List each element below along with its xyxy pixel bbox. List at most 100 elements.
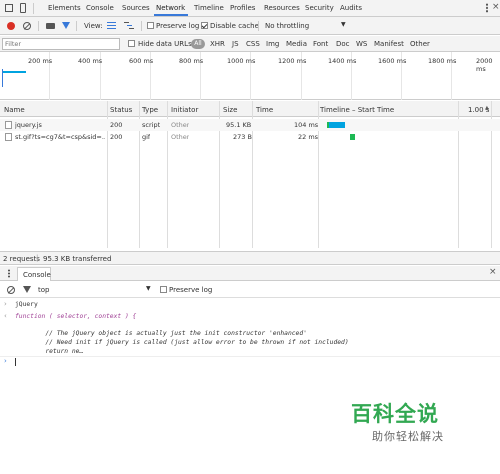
drawer-tabbar: Console × [0, 266, 500, 281]
active-tab-indicator [154, 14, 188, 16]
network-toolbar: View: Preserve log Disable cache No thro… [0, 17, 500, 35]
table-row[interactable]: st.gif?ts=cg7&t=csp&sid=... 200 gif Othe… [0, 131, 500, 143]
tab-timeline[interactable]: Timeline [194, 4, 224, 12]
console-result-icon: ‹ [4, 312, 7, 320]
request-count: 2 requests [3, 255, 40, 263]
console-input-echo: jQuery [15, 301, 38, 308]
request-type: gif [142, 133, 151, 141]
waterfall-download-bar [350, 134, 355, 140]
console-output-line: return ne… [15, 348, 84, 355]
close-devtools-icon[interactable]: × [492, 2, 500, 12]
filter-font[interactable]: Font [313, 40, 328, 48]
overview-tick: 200 ms [28, 57, 53, 65]
overview-request-bar [2, 71, 26, 73]
inspect-element-icon[interactable] [5, 4, 13, 12]
console-filter-icon[interactable] [23, 286, 31, 293]
column-timeline[interactable]: Timeline – Start Time [320, 106, 394, 114]
tab-elements[interactable]: Elements [48, 4, 81, 12]
requests-table-header: Name Status Type Initiator Size Time Tim… [0, 101, 500, 117]
column-initiator[interactable]: Initiator [171, 106, 198, 114]
view-label: View: [84, 22, 103, 30]
record-icon[interactable] [7, 22, 15, 30]
request-time: 22 ms [298, 133, 319, 141]
throttling-dropdown-icon[interactable]: ▼ [341, 21, 346, 28]
filter-css[interactable]: CSS [246, 40, 260, 48]
sort-arrow-icon: ▲ [485, 105, 489, 111]
console-preserve-log-label: Preserve log [169, 286, 213, 294]
waterfall-overview-icon[interactable] [124, 22, 134, 29]
large-rows-icon[interactable] [107, 22, 116, 29]
tab-console[interactable]: Console [86, 4, 114, 12]
overview-tick: 800 ms [179, 57, 204, 65]
throttling-select[interactable]: No throttling [265, 22, 309, 30]
drawer-tab-console-label: Console [23, 271, 51, 279]
more-options-icon[interactable] [486, 3, 488, 13]
tab-resources[interactable]: Resources [264, 4, 300, 12]
console-context-select[interactable]: top [38, 286, 49, 294]
console-prompt-icon: › [4, 357, 7, 365]
tab-profiles[interactable]: Profiles [230, 4, 255, 12]
request-name: jquery.js [15, 121, 42, 129]
network-overview[interactable]: 200 ms 400 ms 600 ms 800 ms 1000 ms 1200… [0, 52, 500, 100]
column-time[interactable]: Time [256, 106, 273, 114]
filter-other[interactable]: Other [410, 40, 430, 48]
context-dropdown-icon[interactable]: ▼ [146, 285, 151, 292]
close-drawer-icon[interactable]: × [489, 267, 497, 277]
console-toolbar: top ▼ Preserve log [0, 282, 500, 298]
request-size: 95.1 KB [226, 121, 252, 129]
request-size: 273 B [233, 133, 252, 141]
table-row[interactable]: jquery.js 200 script Other 95.1 KB 104 m… [0, 119, 500, 131]
request-name: st.gif?ts=cg7&t=csp&sid=... [15, 133, 105, 141]
filter-js[interactable]: JS [232, 40, 239, 48]
overview-tick: 2000 ms [476, 57, 493, 73]
filter-manifest[interactable]: Manifest [374, 40, 404, 48]
drawer-menu-icon[interactable] [8, 269, 10, 278]
console-output-line: function ( selector, context ) { [15, 313, 137, 320]
filter-bar: Hide data URLs All XHR JS CSS Img Media … [0, 36, 500, 52]
overview-tick: 400 ms [78, 57, 103, 65]
preserve-log-checkbox[interactable] [147, 22, 154, 29]
overview-tick: 1800 ms [428, 57, 457, 65]
disable-cache-checkbox[interactable] [201, 22, 208, 29]
drawer-tab-console[interactable]: Console [17, 267, 51, 281]
console-output-line: // Need init if jQuery is called (just a… [15, 339, 349, 346]
filter-input[interactable] [2, 38, 120, 50]
column-size[interactable]: Size [223, 106, 237, 114]
filter-doc[interactable]: Doc [336, 40, 350, 48]
transferred-size: 95.3 KB transferred [43, 255, 112, 263]
console-preserve-log-checkbox[interactable] [160, 286, 167, 293]
hide-data-urls-label: Hide data URLs [138, 40, 192, 48]
tab-security[interactable]: Security [305, 4, 334, 12]
request-type: script [142, 121, 161, 129]
overview-tick: 1600 ms [378, 57, 407, 65]
request-time: 104 ms [294, 121, 319, 129]
filter-ws[interactable]: WS [356, 40, 367, 48]
overview-tick: 1400 ms [328, 57, 357, 65]
image-file-icon [5, 133, 12, 141]
capture-screenshots-icon[interactable] [46, 23, 55, 29]
hide-data-urls-checkbox[interactable] [128, 40, 135, 47]
filter-icon[interactable] [62, 22, 70, 29]
filter-media[interactable]: Media [286, 40, 307, 48]
console-input[interactable] [12, 357, 492, 367]
device-mode-icon[interactable] [20, 3, 26, 13]
tab-sources[interactable]: Sources [122, 4, 150, 12]
devtools-tabbar: Elements Console Sources Network Timelin… [0, 0, 500, 17]
tab-network[interactable]: Network [156, 4, 185, 12]
filter-img[interactable]: Img [266, 40, 279, 48]
request-initiator: Other [171, 121, 190, 129]
tab-audits[interactable]: Audits [340, 4, 362, 12]
column-type[interactable]: Type [142, 106, 158, 114]
overview-tick: 1200 ms [278, 57, 307, 65]
watermark-subtitle: 助你轻松解决 [372, 430, 444, 443]
status-separator: | [36, 254, 39, 262]
overview-tick: 1000 ms [227, 57, 256, 65]
script-file-icon [5, 121, 12, 129]
waterfall-download-bar [329, 122, 345, 128]
filter-all-button[interactable]: All [191, 38, 205, 49]
console-input-prompt-icon: › [4, 300, 7, 308]
filter-xhr[interactable]: XHR [210, 40, 225, 48]
column-name[interactable]: Name [4, 106, 25, 114]
network-status-bar: 2 requests | 95.3 KB transferred [0, 251, 500, 265]
column-status[interactable]: Status [110, 106, 132, 114]
